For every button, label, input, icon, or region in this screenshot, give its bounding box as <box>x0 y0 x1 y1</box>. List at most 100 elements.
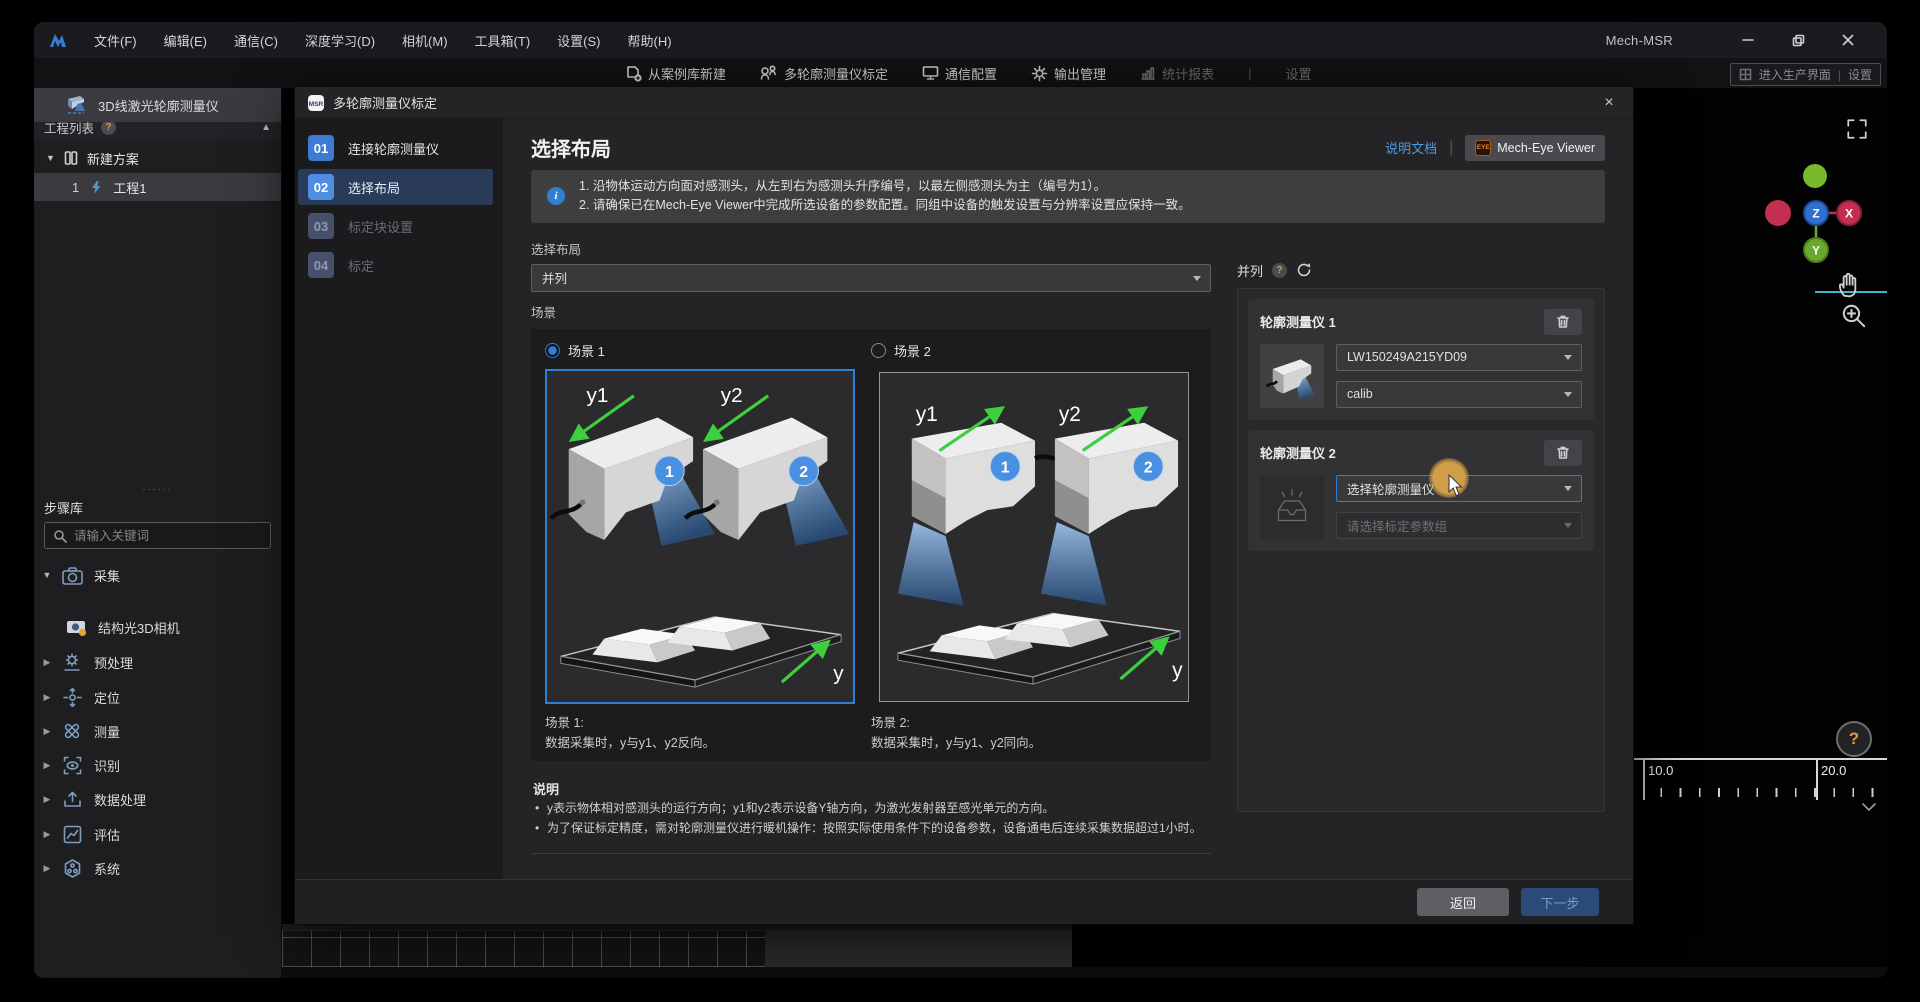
menu-communication[interactable]: 通信(C) <box>234 31 278 50</box>
mech-eye-viewer-button[interactable]: EYE Mech-Eye Viewer <box>1465 135 1605 161</box>
bottom-edge <box>282 967 1887 978</box>
menu-edit[interactable]: 编辑(E) <box>164 31 207 50</box>
restore-button[interactable] <box>1783 28 1813 52</box>
layout-select[interactable]: 并列 <box>531 264 1211 292</box>
svg-text:2: 2 <box>1144 459 1153 476</box>
svg-text:y1: y1 <box>916 403 938 426</box>
stats-report-button[interactable]: 统计报表 <box>1140 64 1214 83</box>
profiler-calibration-button[interactable]: 多轮廓测量仪标定 <box>760 64 888 83</box>
project-tree-item[interactable]: 1 工程1 <box>34 173 281 201</box>
enter-production-button[interactable]: 进入生产界面 | 设置 <box>1730 63 1881 86</box>
menu-camera[interactable]: 相机(M) <box>402 31 448 50</box>
toolbar: 从案例库新建 多轮廓测量仪标定 通信配置 <box>34 58 1887 88</box>
doc-link[interactable]: 说明文档 <box>1385 138 1437 157</box>
gizmo-red-dot[interactable] <box>1765 200 1791 226</box>
radio-selected-icon[interactable] <box>545 343 560 358</box>
chevron-down-icon[interactable] <box>1860 802 1878 813</box>
svg-text:y: y <box>833 662 844 685</box>
titlebar: 文件(F) 编辑(E) 通信(C) 深度学习(D) 相机(M) 工具箱(T) 设… <box>34 22 1887 58</box>
wizard-steps: 01 连接轮廓测量仪 02 选择布局 03 标定块设置 04 标定 <box>295 119 503 879</box>
delete-profiler2-button[interactable] <box>1544 440 1582 466</box>
step-calibrate[interactable]: 04 标定 <box>298 247 493 283</box>
scene-panel: 场景 1 场景 2 <box>531 329 1211 761</box>
step-layout[interactable]: 02 选择布局 <box>298 169 493 205</box>
refresh-icon[interactable] <box>1296 262 1312 278</box>
toolbar-settings-button[interactable]: 设置 <box>1285 64 1311 83</box>
close-icon[interactable]: × <box>1597 94 1621 112</box>
step-connect[interactable]: 01 连接轮廓测量仪 <box>298 130 493 166</box>
group-preprocess[interactable]: ▶ 预处理 <box>34 645 281 679</box>
item-laser-profiler[interactable]: 3D线激光轮廓测量仪 <box>34 88 281 122</box>
svg-text:y2: y2 <box>721 384 743 407</box>
search-input[interactable] <box>74 529 262 543</box>
menu-toolbox[interactable]: 工具箱(T) <box>475 31 531 50</box>
group-recognize[interactable]: ▶ 识别 <box>34 748 281 782</box>
minimize-button[interactable] <box>1733 28 1763 52</box>
panel-resize-handle[interactable]: ······ <box>34 484 281 494</box>
dialog-content: 选择布局 说明文档 | EYE Mech-Eye Viewer i 1. 沿物体… <box>503 119 1633 879</box>
camera-icon <box>61 565 84 586</box>
output-management-button[interactable]: 输出管理 <box>1031 64 1106 83</box>
scene2-illustration[interactable]: 1 y1 <box>879 372 1189 702</box>
caret-down-icon[interactable]: ▼ <box>46 153 55 163</box>
axis-gizmo[interactable]: Z X Y <box>1748 146 1882 266</box>
new-from-case-button[interactable]: 从案例库新建 <box>626 64 726 83</box>
group-data-process[interactable]: ▶ 数据处理 <box>34 782 281 816</box>
mech-mind-logo <box>48 31 68 49</box>
help-badge-icon[interactable]: ? <box>1272 263 1287 278</box>
msr-dialog-icon: MSR <box>307 94 325 112</box>
viewport-help-button[interactable]: ? <box>1836 721 1872 757</box>
svg-text:2: 2 <box>799 464 808 481</box>
gizmo-green-dot[interactable] <box>1803 164 1827 188</box>
calibration-dialog: MSR 多轮廓测量仪标定 × 01 连接轮廓测量仪 02 选择布局 03 标定块… <box>294 86 1634 925</box>
bar-chart-icon <box>1140 65 1156 81</box>
step-search-box[interactable] <box>44 522 271 549</box>
new-doc-icon <box>626 65 642 82</box>
pan-hand-icon[interactable] <box>1836 268 1864 298</box>
structured-camera-icon <box>65 616 88 638</box>
collapse-up-icon[interactable]: ▲ <box>261 122 271 133</box>
comm-config-button[interactable]: 通信配置 <box>922 64 997 83</box>
notes-title: 说明 <box>533 779 1209 798</box>
profiler2-param-select: 请选择标定参数组 <box>1336 512 1582 539</box>
svg-text:y1: y1 <box>586 384 608 407</box>
svg-text:Z: Z <box>1812 207 1819 221</box>
item-structured-camera[interactable]: 结构光3D相机 <box>34 610 281 644</box>
viewport-ruler: 10.0 20.0 <box>1630 758 1887 800</box>
radio-unselected-icon[interactable] <box>871 343 886 358</box>
scene1-radio[interactable]: 场景 1 <box>545 341 871 360</box>
inbox-icon <box>1268 483 1316 531</box>
trash-icon <box>1556 314 1570 329</box>
menu-help[interactable]: 帮助(H) <box>628 31 672 50</box>
expand-viewport-icon[interactable] <box>1845 117 1869 141</box>
app-window: 文件(F) 编辑(E) 通信(C) 深度学习(D) 相机(M) 工具箱(T) 设… <box>34 22 1887 978</box>
system-hexagon-icon <box>62 858 83 879</box>
group-locate[interactable]: ▶ 定位 <box>34 680 281 714</box>
group-measure[interactable]: ▶ 测量 <box>34 714 281 748</box>
menu-deep-learning[interactable]: 深度学习(D) <box>305 31 375 50</box>
production-settings-button[interactable]: 设置 <box>1848 66 1872 83</box>
close-window-button[interactable] <box>1833 28 1863 52</box>
group-capture[interactable]: ▼ 采集 <box>34 558 281 592</box>
group-system[interactable]: ▶ 系统 <box>34 851 281 885</box>
delete-profiler1-button[interactable] <box>1544 309 1582 335</box>
node-graph-panel[interactable] <box>282 930 765 967</box>
group-evaluate[interactable]: ▶ 评估 <box>34 817 281 851</box>
grid-icon <box>1739 68 1752 81</box>
scene2-caption-title: 场景 2: <box>871 713 1197 733</box>
scene2-radio[interactable]: 场景 2 <box>871 341 1197 360</box>
measure-icon <box>61 720 83 742</box>
back-button[interactable]: 返回 <box>1417 888 1509 916</box>
svg-text:y: y <box>1172 659 1183 682</box>
zoom-in-icon[interactable] <box>1840 302 1868 330</box>
gear-icon <box>1031 65 1048 82</box>
menu-bar: 文件(F) 编辑(E) 通信(C) 深度学习(D) 相机(M) 工具箱(T) 设… <box>94 31 672 50</box>
menu-settings[interactable]: 设置(S) <box>557 31 600 50</box>
next-button[interactable]: 下一步 <box>1521 888 1599 916</box>
menu-file[interactable]: 文件(F) <box>94 31 137 50</box>
step-calib-block[interactable]: 03 标定块设置 <box>298 208 493 244</box>
profiler1-param-select[interactable]: calib <box>1336 381 1582 408</box>
profiler1-device-select[interactable]: LW150249A215YD09 <box>1336 344 1582 371</box>
scene1-illustration[interactable]: 1 y1 <box>545 369 855 704</box>
solution-tree-item[interactable]: ▼ 新建方案 <box>34 144 281 172</box>
